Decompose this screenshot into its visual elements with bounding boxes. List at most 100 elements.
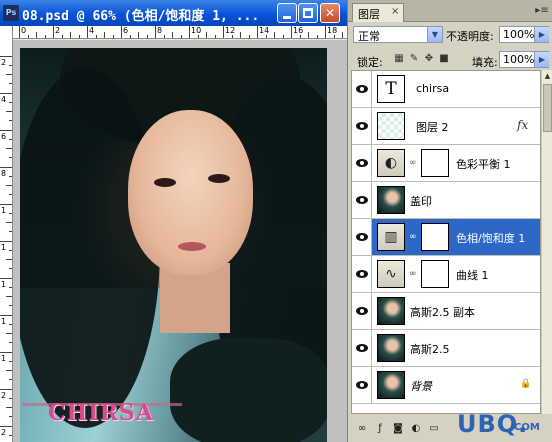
eye-icon — [356, 381, 368, 389]
ruler-label: 1 — [1, 317, 7, 326]
layer-row[interactable]: ◐ ∞ 色彩平衡 1 — [352, 145, 540, 182]
layer-row[interactable]: 图层 2 fx — [352, 108, 540, 145]
layer-row[interactable]: T chirsa — [352, 71, 540, 108]
link-icon[interactable]: ∞ — [409, 269, 417, 279]
visibility-toggle[interactable] — [352, 330, 372, 366]
ruler-tick — [274, 32, 275, 38]
visibility-toggle[interactable] — [352, 182, 372, 218]
document-title: 08.psd @ 66% (色相/饱和度 1, ... — [22, 9, 260, 24]
ruler-tick — [6, 296, 12, 297]
ruler-tick — [6, 74, 12, 75]
maximize-button[interactable] — [298, 3, 318, 23]
vertical-ruler[interactable]: 2 4 6 8 1 1 1 1 1 2 2 — [0, 26, 13, 442]
visibility-toggle[interactable] — [352, 367, 372, 403]
lock-label: 锁定: — [357, 56, 383, 69]
layer-row[interactable]: 高斯2.5 副本 — [352, 293, 540, 330]
photoshop-app-icon: Ps — [3, 5, 19, 21]
ruler-tick — [112, 35, 114, 38]
link-icon[interactable]: ∞ — [409, 158, 417, 168]
lock-all-icon[interactable]: ■ — [438, 53, 450, 65]
visibility-toggle[interactable] — [352, 293, 372, 329]
eye-icon — [356, 85, 368, 93]
ruler-label: 4 — [1, 95, 7, 104]
fx-icon[interactable]: fx — [517, 118, 528, 132]
new-adjustment-icon[interactable]: ◐ — [408, 422, 424, 436]
visibility-toggle[interactable] — [352, 219, 372, 255]
ruler-tick — [9, 102, 12, 103]
new-group-icon[interactable]: ▭ — [426, 422, 442, 436]
ruler-tick — [9, 416, 12, 417]
tab-close-icon[interactable]: × — [391, 6, 399, 17]
layer-row[interactable]: 背景 🔒 — [352, 367, 540, 404]
scrollbar-thumb[interactable] — [543, 84, 552, 132]
lock-icon: 🔒 — [520, 379, 532, 389]
opacity-field[interactable]: 100% ▶ — [499, 26, 549, 43]
layer-row[interactable]: 盖印 — [352, 182, 540, 219]
ruler-tick — [257, 26, 258, 38]
tab-layers-label: 图层 — [358, 8, 380, 21]
layer-row[interactable]: ∿ ∞ 曲线 1 — [352, 256, 540, 293]
ruler-tick — [0, 389, 12, 390]
color-balance-icon: ◐ — [384, 155, 398, 171]
layer-style-icon[interactable]: ƒ — [372, 422, 388, 436]
ruler-tick — [9, 83, 12, 84]
chevron-down-icon[interactable]: ▼ — [427, 27, 442, 42]
eye-icon — [356, 233, 368, 241]
layer-mask-thumbnail[interactable] — [421, 223, 449, 251]
horizontal-ruler[interactable]: 0 2 4 6 8 10 12 14 16 18 — [13, 26, 347, 39]
add-mask-icon[interactable]: ◙ — [390, 422, 406, 436]
document-image[interactable]: CHIRSA — [20, 48, 327, 442]
ruler-label: 8 — [1, 169, 7, 178]
scroll-up-icon[interactable]: ▲ — [542, 70, 552, 82]
ruler-tick — [44, 35, 46, 38]
ruler-label: 6 — [123, 26, 129, 35]
close-button[interactable]: ✕ — [320, 3, 340, 23]
chevron-right-icon[interactable]: ▶ — [534, 27, 549, 42]
eye-icon — [356, 159, 368, 167]
lock-position-icon[interactable]: ✥ — [423, 53, 435, 65]
layer-row[interactable]: 高斯2.5 — [352, 330, 540, 367]
tab-layers[interactable]: 图层 × — [352, 3, 404, 22]
lock-transparency-icon[interactable]: ▦ — [393, 53, 405, 65]
visibility-toggle[interactable] — [352, 71, 372, 107]
ruler-tick — [265, 35, 267, 38]
ruler-tick — [27, 35, 29, 38]
ruler-tick — [155, 26, 156, 38]
layers-list: T chirsa 图层 2 fx ◐ ∞ 色彩平衡 1 盖印 ▥ ∞ 色相/饱和… — [351, 70, 541, 414]
link-layers-icon[interactable]: ∞ — [354, 422, 370, 436]
ruler-tick — [9, 213, 12, 214]
link-icon[interactable]: ∞ — [409, 232, 417, 242]
blend-mode-select[interactable]: 正常 ▼ — [353, 26, 443, 43]
layer-mask-thumbnail[interactable] — [421, 260, 449, 288]
ruler-tick — [9, 287, 12, 288]
visibility-toggle[interactable] — [352, 256, 372, 292]
fill-label: 填充: — [472, 56, 498, 69]
ruler-tick — [342, 32, 343, 38]
lock-image-icon[interactable]: ✎ — [408, 53, 420, 65]
image-mouth — [178, 242, 206, 251]
ruler-tick — [172, 32, 173, 38]
minimize-button[interactable] — [277, 3, 297, 23]
fill-field[interactable]: 100% ▶ — [499, 51, 549, 68]
opacity-label: 不透明度: — [446, 30, 494, 43]
chevron-right-icon[interactable]: ▶ — [534, 52, 549, 67]
ruler-tick — [6, 259, 12, 260]
document-titlebar[interactable]: Ps 08.psd @ 66% (色相/饱和度 1, ... ✕ — [0, 0, 347, 26]
opacity-value: 100% — [503, 28, 535, 41]
visibility-toggle[interactable] — [352, 108, 372, 144]
ruler-label: 1 — [1, 243, 7, 252]
layers-scrollbar[interactable]: ▲ — [541, 70, 552, 414]
panel-menu-icon[interactable]: ▸≡ — [535, 4, 549, 18]
visibility-toggle[interactable] — [352, 145, 372, 181]
ruler-tick — [0, 278, 12, 279]
ruler-tick — [0, 130, 12, 131]
layer-name: 盖印 — [410, 195, 432, 208]
ruler-label: 12 — [225, 26, 236, 35]
ruler-tick — [299, 35, 301, 38]
ruler-tick — [9, 157, 12, 158]
layer-mask-thumbnail[interactable] — [421, 149, 449, 177]
ruler-tick — [325, 26, 326, 38]
layer-row-selected[interactable]: ▥ ∞ 色相/饱和度 1 — [352, 219, 540, 256]
layer-thumbnail — [377, 371, 405, 399]
ruler-tick — [282, 35, 284, 38]
